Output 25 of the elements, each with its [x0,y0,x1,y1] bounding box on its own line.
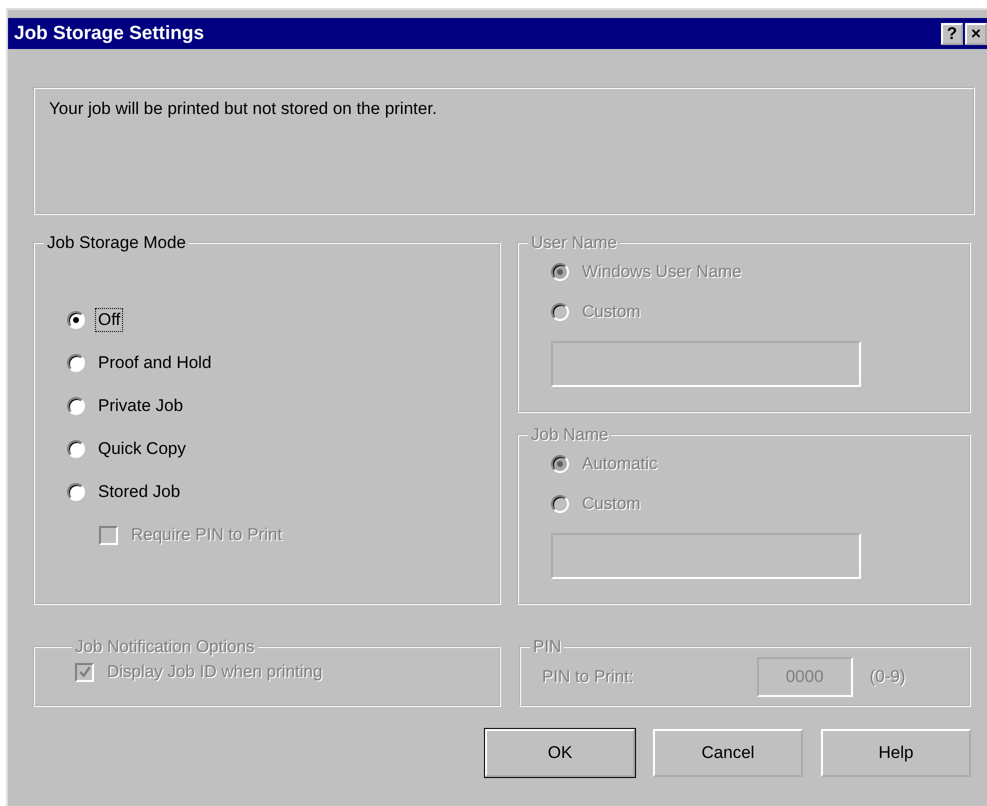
dialog-button[interactable]: OK [485,729,635,777]
radio-label[interactable]: Stored Job [95,480,184,504]
radio-button[interactable] [67,440,85,458]
dialog-button[interactable]: Cancel [653,729,803,777]
radio-label[interactable]: Private Job [95,394,186,418]
radio-button[interactable] [67,311,85,329]
radio-label[interactable]: Quick Copy [95,437,189,461]
message-text: Your job will be printed but not stored on the printer. [49,99,437,118]
range-hint: (0-9) [868,666,907,688]
radio-button[interactable] [67,354,85,372]
radio-label[interactable]: Proof and Hold [95,351,214,375]
group-title: Job Name [530,425,610,445]
radio-label[interactable]: Off [95,308,124,332]
check-icon [78,666,90,678]
group-title: Job Notification Options [74,637,256,657]
field-label: PIN to Print: [541,666,635,688]
group-title: PIN [532,637,562,657]
window-title: Job Storage Settings [14,22,204,44]
radio-button[interactable] [67,397,85,415]
dialog-button[interactable]: Help [821,729,971,777]
group-title: User Name [530,233,618,253]
help-button[interactable]: ? [941,22,963,44]
radio-button[interactable] [67,483,85,501]
close-button[interactable]: × [965,22,987,44]
group-title: Job Storage Mode [46,233,187,253]
